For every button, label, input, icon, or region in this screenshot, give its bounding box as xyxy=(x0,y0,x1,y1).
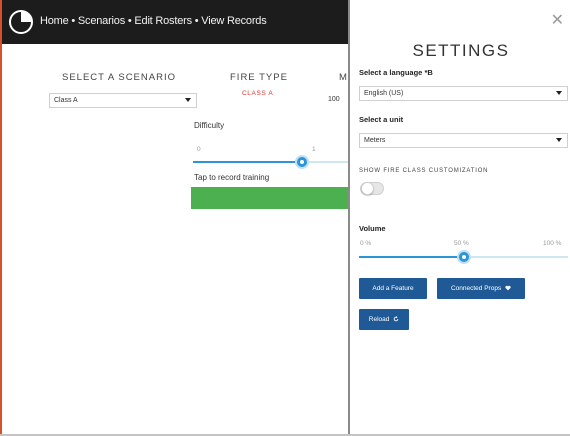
scenario-select[interactable]: Class A xyxy=(49,93,197,108)
unit-select-value: Meters xyxy=(364,137,386,144)
third-column-value: 100 xyxy=(328,96,340,103)
volume-mid: 50 % xyxy=(454,240,469,247)
language-select-value: English (US) xyxy=(364,90,404,97)
fire-class-toggle[interactable] xyxy=(360,182,384,195)
connected-props-button[interactable]: Connected Props xyxy=(437,278,525,299)
third-column-heading: M xyxy=(339,72,348,83)
reload-button-label: Reload xyxy=(368,316,390,323)
breadcrumb-nav[interactable]: Home • Scenarios • Edit Rosters • View R… xyxy=(40,15,267,27)
language-select[interactable]: English (US) xyxy=(359,86,568,101)
volume-slider-thumb[interactable] xyxy=(456,250,471,264)
add-feature-button[interactable]: Add a Feature xyxy=(359,278,427,299)
heart-icon xyxy=(505,285,511,291)
difficulty-slider-fill xyxy=(193,161,302,163)
reload-button[interactable]: Reload xyxy=(359,309,409,330)
logo-icon[interactable] xyxy=(8,9,34,35)
app-window: Home • Scenarios • Edit Rosters • View R… xyxy=(0,0,570,436)
difficulty-min: 0 xyxy=(197,146,201,153)
scenario-heading: SELECT A SCENARIO xyxy=(62,72,176,83)
volume-max: 100 % xyxy=(543,240,562,247)
unit-select[interactable]: Meters xyxy=(359,133,568,148)
fire-type-value: CLASS A xyxy=(242,90,274,97)
refresh-icon xyxy=(393,316,399,322)
scenario-select-value: Class A xyxy=(54,97,78,104)
volume-slider-fill xyxy=(359,256,464,258)
fire-type-heading: FIRE TYPE xyxy=(230,72,288,83)
connected-props-button-label: Connected Props xyxy=(450,285,502,292)
close-icon[interactable]: ✕ xyxy=(551,13,564,29)
difficulty-slider-thumb[interactable] xyxy=(294,155,309,169)
chevron-down-icon xyxy=(556,138,562,142)
volume-min: 0 % xyxy=(360,240,372,247)
start-training-bar[interactable] xyxy=(191,187,348,209)
difficulty-max: 1 xyxy=(312,146,316,153)
chevron-down-icon xyxy=(185,98,191,102)
record-training-label: Tap to record training xyxy=(194,173,270,182)
chevron-down-icon xyxy=(556,91,562,95)
volume-label: Volume xyxy=(359,224,386,233)
settings-title: SETTINGS xyxy=(412,41,510,60)
top-nav-bar: Home • Scenarios • Edit Rosters • View R… xyxy=(2,0,350,44)
difficulty-label: Difficulty xyxy=(194,121,225,130)
language-label: Select a language *B xyxy=(359,68,433,77)
unit-label: Select a unit xyxy=(359,115,404,124)
toggle-knob xyxy=(361,182,374,195)
scenario-page: SELECT A SCENARIO Class A FIRE TYPE CLAS… xyxy=(2,44,348,436)
settings-panel: ✕ SETTINGS Select a language *B English … xyxy=(348,0,570,436)
add-feature-button-label: Add a Feature xyxy=(372,285,414,292)
fire-class-label: SHOW FIRE CLASS CUSTOMIZATION xyxy=(359,168,489,174)
